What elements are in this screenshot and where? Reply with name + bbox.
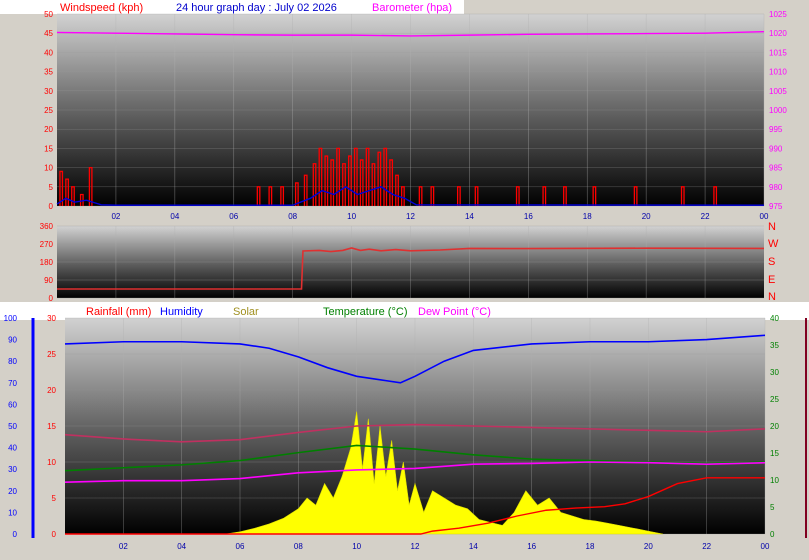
rainfall-tick-label: 0 [52,530,57,539]
temperature-tick-label: 15 [770,449,779,458]
barometer-axis-title: Barometer (hpa) [372,2,452,14]
legend-entry: Solar [233,306,259,318]
wind-hour-tick-label: 18 [583,212,592,221]
wind-hour-tick-label: 06 [229,212,238,221]
weather-graph-window: Windspeed (kph) 24 hour graph day : July… [0,0,809,555]
legend-entry: Rainfall (mm) [86,306,151,318]
climate-hour-tick-label: 10 [352,542,361,551]
temperature-tick-label: 5 [770,503,775,512]
wind-hour-tick-label: 08 [288,212,297,221]
windspeed-tick-label: 50 [44,10,53,19]
humidity-tick-label: 90 [8,336,17,345]
windspeed-tick-label: 25 [44,106,53,115]
temperature-tick-label: 35 [770,341,779,350]
humidity-tick-label: 20 [8,487,17,496]
wind-hour-tick-label: 02 [111,212,120,221]
rainfall-tick-label: 15 [47,422,56,431]
wind-hour-tick-label: 10 [347,212,356,221]
compass-label: W [768,238,779,250]
barometer-tick-label: 1000 [769,106,787,115]
windspeed-tick-label: 15 [44,144,53,153]
temperature-tick-label: 30 [770,368,779,377]
rainfall-tick-label: 10 [47,458,56,467]
compass-label: N [768,221,776,233]
rainfall-tick-label: 20 [47,386,56,395]
windspeed-axis-title: Windspeed (kph) [60,2,143,14]
barometer-tick-label: 995 [769,125,783,134]
compass-label: N [768,291,776,303]
climate-hour-tick-label: 16 [527,542,536,551]
windspeed-tick-label: 10 [44,164,53,173]
wind-hour-tick-label: 20 [642,212,651,221]
wind-hour-tick-label: 00 [760,212,769,221]
direction-tick-label: 90 [44,276,53,285]
barometer-tick-label: 1025 [769,10,787,19]
humidity-tick-label: 50 [8,422,17,431]
temperature-tick-label: 25 [770,395,779,404]
legend-entry: Temperature (°C) [323,306,407,318]
barometer-tick-label: 1020 [769,29,787,38]
humidity-tick-label: 10 [8,508,17,517]
climate-hour-tick-label: 00 [761,542,770,551]
windspeed-tick-label: 30 [44,87,53,96]
windspeed-tick-label: 5 [49,183,54,192]
legend-entry: Dew Point (°C) [418,306,491,318]
compass-label: S [768,256,775,268]
barometer-tick-label: 975 [769,202,783,211]
barometer-tick-label: 1015 [769,48,787,57]
rainfall-tick-label: 25 [47,350,56,359]
humidity-tick-label: 70 [8,379,17,388]
rainfall-tick-label: 30 [47,314,56,323]
weather-chart-svg: Windspeed (kph) 24 hour graph day : July… [0,0,809,555]
humidity-tick-label: 80 [8,357,17,366]
direction-tick-label: 270 [40,240,54,249]
climate-hour-tick-label: 20 [644,542,653,551]
wind-hour-tick-label: 16 [524,212,533,221]
climate-hour-tick-label: 04 [177,542,186,551]
windspeed-tick-label: 45 [44,29,53,38]
climate-hour-tick-label: 18 [586,542,595,551]
temperature-tick-label: 0 [770,530,775,539]
barometer-tick-label: 985 [769,164,783,173]
barometer-tick-label: 1005 [769,87,787,96]
wind-hour-tick-label: 12 [406,212,415,221]
humidity-tick-label: 100 [4,314,18,323]
barometer-tick-label: 980 [769,183,783,192]
humidity-tick-label: 30 [8,465,17,474]
climate-hour-tick-label: 02 [119,542,128,551]
legend-entry: Humidity [160,306,203,318]
temperature-tick-label: 20 [770,422,779,431]
temperature-tick-label: 10 [770,476,779,485]
humidity-tick-label: 40 [8,444,17,453]
temperature-tick-label: 40 [770,314,779,323]
graph-title: 24 hour graph day : July 02 2026 [176,2,337,14]
climate-hour-tick-label: 22 [702,542,711,551]
wind-hour-tick-label: 14 [465,212,474,221]
barometer-tick-label: 1010 [769,68,787,77]
barometer-tick-label: 990 [769,144,783,153]
direction-tick-label: 360 [40,222,54,231]
humidity-tick-label: 60 [8,400,17,409]
wind-hour-tick-label: 22 [701,212,710,221]
windspeed-tick-label: 20 [44,125,53,134]
direction-tick-label: 180 [40,258,54,267]
direction-tick-label: 0 [49,294,54,303]
windspeed-tick-label: 35 [44,68,53,77]
windspeed-tick-label: 40 [44,48,53,57]
wind-hour-tick-label: 04 [170,212,179,221]
windspeed-tick-label: 0 [49,202,54,211]
compass-label: E [768,274,775,286]
climate-hour-tick-label: 14 [469,542,478,551]
climate-hour-tick-label: 08 [294,542,303,551]
rainfall-tick-label: 5 [52,494,57,503]
humidity-tick-label: 0 [13,530,18,539]
climate-hour-tick-label: 12 [411,542,420,551]
climate-hour-tick-label: 06 [236,542,245,551]
